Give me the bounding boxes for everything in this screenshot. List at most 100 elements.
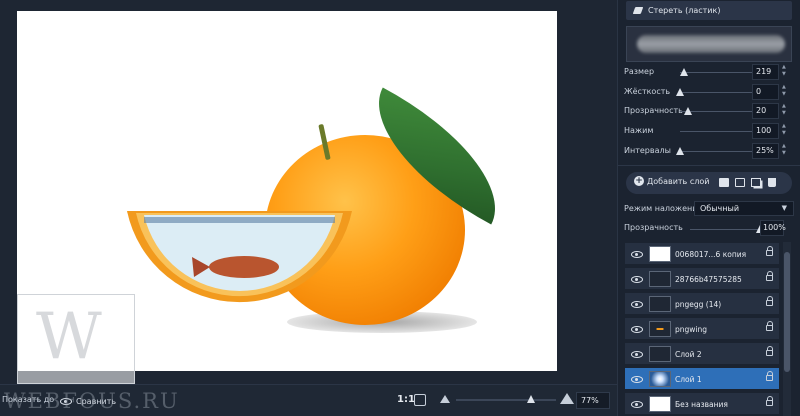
layers-scrollbar-thumb[interactable] [784, 252, 790, 372]
param-row: Нажим 100 ▲ ▼ [622, 123, 794, 139]
layer-opacity-field[interactable]: 100% [760, 220, 786, 236]
param-slider[interactable] [676, 147, 760, 155]
lock-icon[interactable] [766, 371, 773, 381]
param-value-field[interactable]: 219 [752, 64, 779, 80]
divider [618, 165, 800, 166]
eraser-label: Стереть (ластик) [648, 6, 721, 15]
param-slider-thumb[interactable] [680, 68, 688, 76]
zoom-in-icon[interactable] [560, 393, 574, 404]
duplicate-icon[interactable] [751, 178, 761, 187]
blend-mode-select[interactable]: Обычный ▼ [694, 201, 794, 216]
layer-thumbnail [649, 271, 671, 287]
fit-to-screen-icon[interactable] [414, 394, 426, 406]
spinner-icon[interactable]: ▲ ▼ [782, 143, 788, 159]
visibility-eye-icon[interactable] [631, 276, 643, 283]
layer-row[interactable]: pngegg (14) [624, 292, 780, 315]
layer-thumbnail [649, 396, 671, 412]
lock-icon[interactable] [766, 246, 773, 256]
param-row: Интервалы 25% ▲ ▼ [622, 143, 794, 159]
watermark-logo: W [36, 300, 102, 374]
canvas-area[interactable]: W [0, 0, 617, 384]
spinner-icon[interactable]: ▲ ▼ [782, 84, 788, 100]
param-label: Прозрачность [624, 106, 683, 115]
layer-name: pngegg (14) [675, 300, 722, 309]
lock-icon[interactable] [766, 271, 773, 281]
layer-row[interactable]: Без названия [624, 392, 780, 415]
visibility-eye-icon[interactable] [631, 376, 643, 383]
param-slider[interactable] [680, 127, 764, 135]
eraser-tool-button[interactable]: Стереть (ластик) [626, 1, 792, 20]
layer-name: 0068017...6 копия [675, 250, 747, 259]
param-label: Интервалы [624, 146, 671, 155]
zoom-slider[interactable] [456, 395, 556, 403]
zoom-value-field[interactable]: 77% [576, 392, 610, 409]
param-slider-thumb[interactable] [676, 88, 684, 96]
plus-icon: + [634, 176, 644, 186]
param-slider[interactable] [676, 88, 760, 96]
param-value-field[interactable]: 100 [752, 123, 779, 139]
param-slider[interactable] [680, 107, 760, 115]
param-label: Размер [624, 67, 655, 76]
layer-name: Слой 2 [675, 350, 702, 359]
param-value-field[interactable]: 25% [752, 143, 779, 159]
layer-row[interactable]: 28766b47575285 [624, 267, 780, 290]
layer-thumbnail [649, 321, 671, 337]
layer-opacity-slider[interactable] [690, 225, 764, 233]
fish [209, 256, 279, 278]
layer-opacity-row: Прозрачность 100% [624, 220, 794, 236]
actual-size-button[interactable]: 1:1 [397, 394, 415, 405]
param-label: Нажим [624, 126, 654, 135]
layers-list: 0068017...6 копия 28766b47575285 pngegg (1… [624, 242, 782, 416]
layer-row[interactable]: Слой 2 [624, 342, 780, 365]
param-slider-thumb[interactable] [684, 107, 692, 115]
layer-name: 28766b47575285 [675, 275, 742, 284]
layer-toolbar: + Добавить слой [626, 172, 792, 194]
visibility-eye-icon[interactable] [631, 351, 643, 358]
lock-icon[interactable] [766, 321, 773, 331]
layer-name: Без названия [675, 400, 728, 409]
param-row: Размер 219 ▲ ▼ [622, 64, 794, 80]
visibility-eye-icon[interactable] [631, 301, 643, 308]
spinner-icon[interactable]: ▲ ▼ [782, 123, 788, 139]
folder-icon[interactable] [735, 178, 745, 187]
layer-thumbnail [649, 246, 671, 262]
layer-thumbnail [649, 296, 671, 312]
mask-icon[interactable] [719, 178, 729, 187]
param-label: Жёсткость [624, 87, 671, 96]
param-slider[interactable] [680, 68, 760, 76]
layer-name: Слой 1 [675, 375, 702, 384]
add-layer-button[interactable]: + Добавить слой [634, 176, 709, 186]
spinner-icon[interactable]: ▲ ▼ [782, 64, 788, 80]
layer-row[interactable]: Слой 1 [624, 367, 780, 390]
add-layer-label: Добавить слой [647, 176, 710, 186]
right-panel: Стереть (ластик) Размер 219 ▲ ▼ Жёсткость 0 ▲ ▼… [617, 0, 800, 416]
param-value-field[interactable]: 0 [752, 84, 779, 100]
brush-stroke [637, 35, 785, 53]
zoom-slider-thumb[interactable] [527, 395, 535, 403]
spinner-icon[interactable]: ▲ ▼ [782, 103, 788, 119]
layer-row[interactable]: 0068017...6 копия [624, 242, 780, 265]
watermark-text: WEBFOUS.RU [4, 389, 180, 413]
visibility-eye-icon[interactable] [631, 401, 643, 408]
param-row: Прозрачность 20 ▲ ▼ [622, 103, 794, 119]
brush-preview [626, 26, 792, 62]
orange-slice-aquarium [127, 211, 352, 303]
zoom-out-icon[interactable] [440, 395, 450, 403]
layer-thumbnail [649, 371, 671, 387]
layer-name: pngwing [675, 325, 708, 334]
eraser-icon [632, 7, 644, 14]
lock-icon[interactable] [766, 396, 773, 406]
layer-row[interactable]: pngwing [624, 317, 780, 340]
param-row: Жёсткость 0 ▲ ▼ [622, 84, 794, 100]
param-slider-thumb[interactable] [676, 147, 684, 155]
lock-icon[interactable] [766, 346, 773, 356]
trash-icon[interactable] [768, 178, 776, 187]
layers-scrollbar[interactable] [783, 242, 791, 416]
blend-mode-value: Обычный [700, 204, 740, 213]
visibility-eye-icon[interactable] [631, 326, 643, 333]
blend-mode-row: Режим наложения: Обычный ▼ [624, 201, 794, 217]
visibility-eye-icon[interactable] [631, 251, 643, 258]
lock-icon[interactable] [766, 296, 773, 306]
layer-thumbnail [649, 346, 671, 362]
param-value-field[interactable]: 20 [752, 103, 779, 119]
